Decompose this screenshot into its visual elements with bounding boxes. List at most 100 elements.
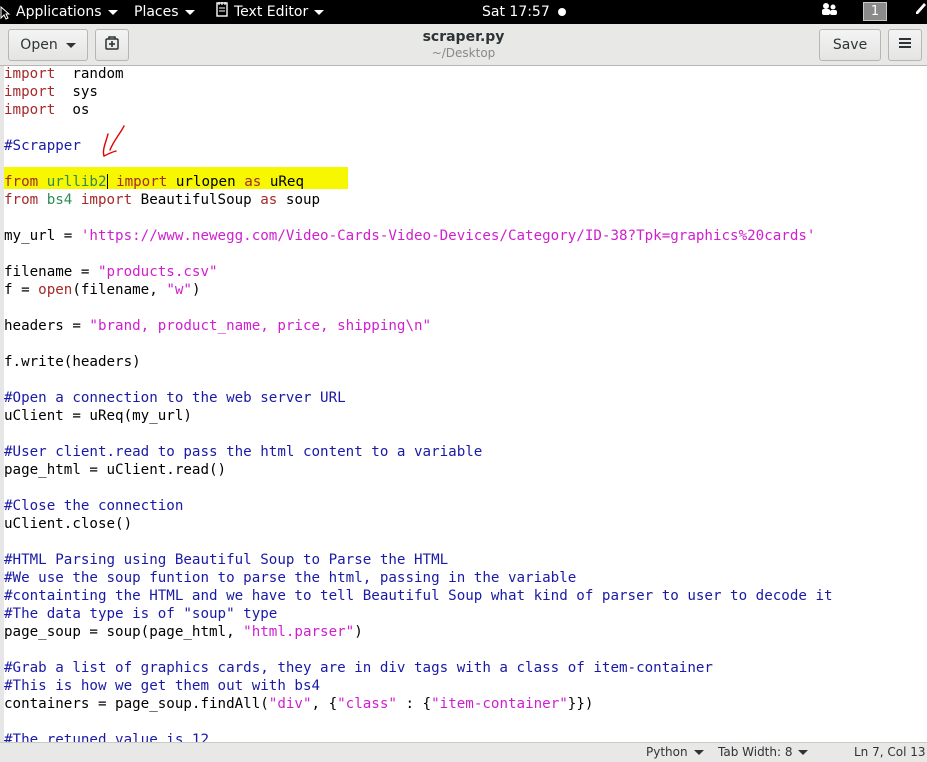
code-keyword: as (260, 192, 278, 208)
new-document-icon (104, 35, 120, 55)
chevron-down-icon (693, 749, 704, 755)
code-comment: #The data type is of "soup" type (4, 606, 278, 622)
code-string: "item-container" (431, 696, 568, 712)
code-token: headers = (4, 318, 90, 334)
code-line[interactable]: filename = "products.csv" (4, 263, 833, 281)
code-line[interactable]: from urllib2 import urlopen as uReq (4, 173, 833, 191)
code-line[interactable]: from bs4 import BeautifulSoup as soup (4, 191, 833, 209)
new-document-button[interactable] (95, 29, 129, 61)
code-keyword: open (38, 282, 73, 298)
hand-drawn-arrow-icon (102, 125, 125, 157)
code-line[interactable] (4, 299, 833, 317)
code-line[interactable] (4, 335, 833, 353)
code-line[interactable]: import random (4, 66, 833, 83)
clock-label: Sat 17:57 (482, 4, 550, 20)
hamburger-icon (899, 37, 911, 53)
hamburger-menu-button[interactable] (888, 29, 922, 61)
code-token: uReq (261, 174, 304, 190)
code-comment: #Scrapper (4, 138, 81, 154)
code-line[interactable]: #containting the HTML and we have to tel… (4, 587, 833, 605)
top-panel: Applications Places Text Editor Sat 17:5… (0, 0, 927, 24)
code-token: containers = page_soup.findAll( (4, 696, 269, 712)
code-line[interactable]: headers = "brand, product_name, price, s… (4, 317, 833, 335)
pointer-cursor-icon (0, 5, 11, 20)
code-line[interactable]: import sys (4, 83, 833, 101)
code-line[interactable]: containers = page_soup.findAll("div", {"… (4, 695, 833, 713)
code-string: "class" (337, 696, 397, 712)
code-line[interactable] (4, 641, 833, 659)
code-line[interactable] (4, 371, 833, 389)
code-line[interactable]: uClient.close() (4, 515, 833, 533)
code-line[interactable]: f = open(filename, "w") (4, 281, 833, 299)
code-token: , { (311, 696, 338, 712)
app-menu[interactable]: Text Editor (216, 0, 325, 24)
code-token: soup (277, 192, 321, 208)
people-icon (820, 1, 838, 23)
recording-dot-icon (557, 8, 566, 16)
code-keyword: from (4, 174, 39, 190)
document-title: scraper.py (422, 29, 505, 45)
code-keyword: from (4, 192, 39, 208)
code-token: BeautifulSoup (132, 192, 261, 208)
code-text[interactable]: import random import sys import os #Scrappe… (4, 66, 833, 742)
code-line[interactable]: page_html = uClient.read() (4, 461, 833, 479)
app-menu-label: Text Editor (234, 4, 309, 20)
code-line[interactable]: #We use the soup funtion to parse the ht… (4, 569, 833, 587)
pen-icon (914, 1, 927, 23)
code-line[interactable] (4, 533, 833, 551)
code-keyword: import (4, 102, 56, 118)
code-line[interactable] (4, 713, 833, 731)
code-line[interactable] (4, 425, 833, 443)
code-token: f = (4, 282, 39, 298)
notepad-icon (216, 1, 228, 24)
system-menu[interactable] (914, 0, 927, 24)
workspace-indicator[interactable]: 1 (863, 2, 887, 21)
code-string: "w" (166, 282, 192, 298)
code-line[interactable]: #HTML Parsing using Beautiful Soup to Pa… (4, 551, 833, 569)
code-line[interactable]: page_soup = soup(page_html, "html.parser… (4, 623, 833, 641)
code-token: ) (354, 624, 363, 640)
code-line[interactable] (4, 209, 833, 227)
status-bar: Python Tab Width: 8 Ln 7, Col 13 (0, 742, 927, 762)
code-token: }}) (567, 696, 594, 712)
code-comment: #Close the connection (4, 498, 184, 514)
code-line[interactable]: #Grab a list of graphics cards, they are… (4, 659, 833, 677)
code-token: uClient = uReq(my_url) (4, 408, 192, 424)
applications-menu[interactable]: Applications (0, 0, 118, 24)
save-button[interactable]: Save (819, 29, 881, 61)
places-menu[interactable]: Places (134, 0, 195, 24)
code-token: my_url = (4, 228, 81, 244)
code-line[interactable]: #The retuned value is 12 (4, 731, 833, 742)
code-line[interactable] (4, 479, 833, 497)
code-line[interactable]: #Close the connection (4, 497, 833, 515)
title-block: scraper.py ~/Desktop (0, 24, 927, 66)
code-line[interactable]: #User client.read to pass the html conte… (4, 443, 833, 461)
tab-width-selector[interactable]: Tab Width: 8 (718, 745, 809, 759)
code-line[interactable] (4, 245, 833, 263)
language-selector[interactable]: Python (646, 745, 704, 759)
accessibility-indicator[interactable] (820, 0, 838, 24)
code-comment: #Grab a list of graphics cards, they are… (4, 660, 713, 676)
code-line[interactable]: f.write(headers) (4, 353, 833, 371)
code-keyword: import (116, 174, 168, 190)
code-editor[interactable]: import random import sys import os #Scrappe… (0, 66, 927, 742)
code-comment: #We use the soup funtion to parse the ht… (4, 570, 577, 586)
code-string: "html.parser" (243, 624, 355, 640)
code-line[interactable]: my_url = 'https://www.newegg.com/Video-C… (4, 227, 833, 245)
code-line[interactable]: import os (4, 101, 833, 119)
code-line[interactable]: #The data type is of "soup" type (4, 605, 833, 623)
code-keyword: import (80, 192, 133, 208)
code-line[interactable]: #Open a connection to the web server URL (4, 389, 833, 407)
code-line[interactable]: uClient = uReq(my_url) (4, 407, 833, 425)
header-bar: scraper.py ~/Desktop Open Save (0, 24, 927, 66)
document-path: ~/Desktop (431, 46, 496, 60)
chevron-down-icon (107, 9, 118, 15)
clock[interactable]: Sat 17:57 (482, 0, 566, 24)
code-line[interactable]: #This is how we get them out with bs4 (4, 677, 833, 695)
open-button[interactable]: Open (8, 29, 88, 61)
code-token: : { (396, 696, 432, 712)
